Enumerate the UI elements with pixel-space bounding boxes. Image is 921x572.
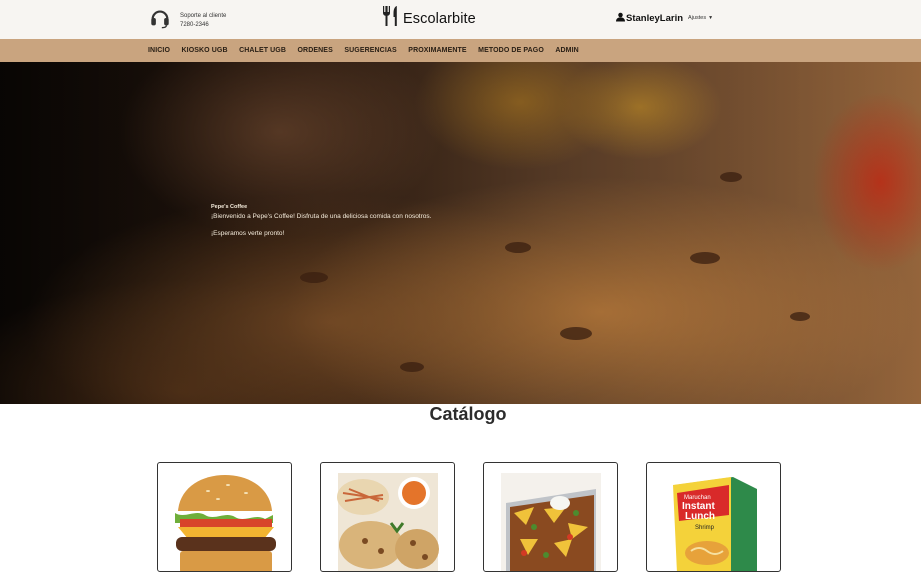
customer-support[interactable]: Soporte al cliente 7280-2346: [149, 7, 226, 34]
nav-item-proximamente[interactable]: PROXIMAMENTE: [408, 47, 466, 54]
nav-item-inicio[interactable]: INICIO: [148, 47, 170, 54]
product-card-nachos[interactable]: [483, 462, 618, 572]
product-card-hamburger[interactable]: [157, 462, 292, 572]
support-text: Soporte al cliente 7280-2346: [180, 12, 226, 30]
nachos-image: [501, 473, 601, 571]
main-nav: INICIO KIOSKO UGB CHALET UGB ORDENES SUG…: [0, 39, 921, 62]
nav-item-ordenes[interactable]: ORDENES: [298, 47, 333, 54]
brand-name: Escolarbite: [403, 10, 476, 27]
support-phone: 7280-2346: [180, 21, 209, 28]
nav-item-kiosko-ugb[interactable]: KIOSKO UGB: [182, 47, 228, 54]
hero-texture: [300, 272, 328, 283]
noodles-flavor-text: Shrimp: [695, 525, 715, 531]
nav-list: INICIO KIOSKO UGB CHALET UGB ORDENES SUG…: [148, 39, 590, 62]
settings-label: Ajustes: [688, 15, 707, 21]
top-bar: Soporte al cliente 7280-2346 Escolarbite…: [0, 0, 921, 39]
user-icon: [616, 9, 625, 27]
nav-item-chalet-ugb[interactable]: CHALET UGB: [239, 47, 286, 54]
pupusas-image: [337, 473, 439, 571]
chevron-down-icon: ▼: [708, 15, 714, 21]
hero-content: Pepe's Coffee ¡Bienvenido a Pepe's Coffe…: [211, 204, 431, 237]
instant-noodles-image: Maruchan Instant Lunch Shrimp: [673, 477, 757, 571]
hero-texture: [790, 312, 810, 321]
hero-title: Pepe's Coffee: [211, 204, 248, 210]
nav-item-metodo-de-pago[interactable]: METODO DE PAGO: [478, 47, 544, 54]
user-name: StanleyLarin: [626, 12, 684, 24]
hero-texture: [505, 242, 531, 253]
hero-closing: ¡Esperamos verte pronto!: [211, 230, 285, 237]
hero-texture: [560, 327, 592, 340]
product-card-instant-noodles[interactable]: Maruchan Instant Lunch Shrimp: [646, 462, 781, 572]
hamburger-image: [175, 475, 276, 571]
product-card-pupusas[interactable]: [320, 462, 455, 572]
hero-banner: Pepe's Coffee ¡Bienvenido a Pepe's Coffe…: [0, 62, 921, 404]
user-menu[interactable]: StanleyLarin Ajustes ▼: [616, 9, 713, 27]
noodles-lunch-text: Lunch: [685, 511, 715, 522]
utensils-icon: [382, 6, 399, 31]
hero-texture: [400, 362, 424, 372]
hero-texture: [720, 172, 742, 182]
brand-logo[interactable]: Escolarbite: [382, 6, 476, 31]
catalog-title: Catálogo: [429, 404, 507, 424]
settings-dropdown[interactable]: Ajustes ▼: [688, 15, 713, 21]
headset-icon: [149, 7, 171, 34]
nav-item-sugerencias[interactable]: SUGERENCIAS: [344, 47, 396, 54]
hero-texture: [690, 252, 720, 264]
support-label: Soporte al cliente: [180, 12, 227, 19]
nav-item-admin[interactable]: ADMIN: [555, 47, 578, 54]
hero-welcome: ¡Bienvenido a Pepe's Coffee! Disfruta de…: [211, 213, 432, 220]
